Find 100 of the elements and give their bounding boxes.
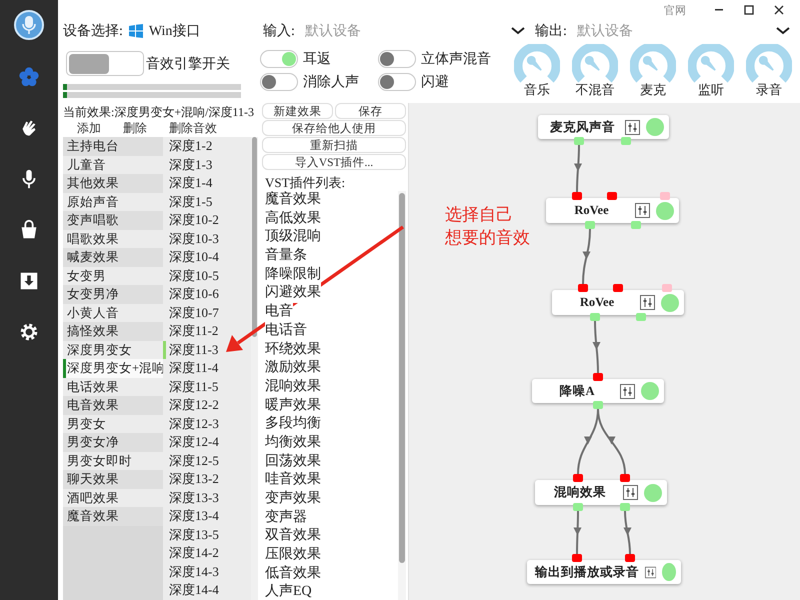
status-dot[interactable] bbox=[662, 563, 676, 581]
chevron-icon[interactable] bbox=[776, 27, 790, 35]
variant-item[interactable]: 深度13-2 bbox=[163, 470, 251, 488]
input-port[interactable] bbox=[613, 284, 623, 292]
close-icon[interactable] bbox=[774, 5, 784, 15]
preset-item[interactable]: 唱歌效果 bbox=[63, 230, 163, 248]
status-dot[interactable] bbox=[656, 202, 674, 220]
plugin-item[interactable]: 闪避效果 bbox=[265, 284, 321, 304]
knob-icon[interactable] bbox=[746, 44, 792, 84]
variant-item[interactable]: 深度12-2 bbox=[163, 396, 251, 414]
input-port[interactable] bbox=[625, 554, 635, 562]
input-port[interactable] bbox=[578, 284, 588, 292]
variant-item[interactable]: 深度10-6 bbox=[163, 285, 251, 304]
preset-item[interactable]: 小黄人音 bbox=[63, 304, 163, 322]
variant-item[interactable]: 深度10-2 bbox=[163, 211, 251, 230]
action-link[interactable]: 删除音效 bbox=[169, 120, 217, 137]
variant-item[interactable]: 深度12-3 bbox=[163, 414, 251, 433]
preset-item[interactable]: 男变女净 bbox=[63, 433, 163, 452]
output-port[interactable] bbox=[621, 137, 631, 145]
variant-item[interactable]: 深度12-5 bbox=[163, 452, 251, 470]
graph-node[interactable]: RoVee bbox=[546, 198, 679, 223]
action-button[interactable]: 保存给他人使用 bbox=[262, 120, 406, 136]
output-port[interactable] bbox=[620, 503, 630, 511]
output-port[interactable] bbox=[585, 221, 595, 229]
variant-item[interactable]: 深度13-4 bbox=[163, 507, 251, 526]
variant-item[interactable]: 深度10-5 bbox=[163, 266, 251, 285]
preset-item[interactable]: 男变女即时 bbox=[63, 452, 163, 470]
output-port[interactable] bbox=[636, 313, 646, 321]
plugin-item[interactable]: 降噪限制 bbox=[265, 266, 321, 284]
output-port[interactable] bbox=[593, 401, 603, 409]
input-port[interactable] bbox=[662, 284, 672, 292]
preset-item[interactable]: 喊麦效果 bbox=[63, 248, 163, 266]
variant-item[interactable]: 深度10-7 bbox=[163, 304, 251, 322]
status-dot[interactable] bbox=[644, 484, 662, 502]
variant-item[interactable]: 深度1-4 bbox=[163, 174, 251, 192]
input-port[interactable] bbox=[572, 192, 582, 200]
input-port[interactable] bbox=[573, 474, 583, 482]
toggle-switch[interactable] bbox=[378, 73, 416, 91]
action-link[interactable]: 删除 bbox=[123, 120, 147, 137]
plugin-item[interactable]: 电音 bbox=[265, 303, 293, 322]
variant-item[interactable]: 深度14-2 bbox=[163, 544, 251, 562]
status-dot[interactable] bbox=[646, 118, 664, 136]
variant-item[interactable]: 深度10-4 bbox=[163, 248, 251, 266]
input-port[interactable] bbox=[607, 192, 617, 200]
graph-node[interactable]: 降噪A bbox=[532, 379, 664, 403]
engine-toggle[interactable] bbox=[66, 51, 144, 76]
sliders-icon[interactable] bbox=[640, 295, 655, 310]
graph-node[interactable]: RoVee bbox=[552, 290, 684, 315]
variant-item[interactable]: 深度14-3 bbox=[163, 562, 251, 581]
preset-item[interactable]: 聊天效果 bbox=[63, 470, 163, 488]
maximize-icon[interactable] bbox=[744, 5, 754, 15]
preset-item[interactable]: 其他效果 bbox=[63, 174, 163, 192]
website-link[interactable]: 官网 bbox=[664, 2, 686, 18]
preset-item[interactable]: 搞怪效果 bbox=[63, 322, 163, 340]
variant-item[interactable]: 深度11-4 bbox=[163, 359, 251, 378]
knob-icon[interactable] bbox=[572, 44, 618, 84]
plugin-item[interactable]: 人声EQ bbox=[265, 583, 312, 600]
variant-item[interactable]: 深度11-5 bbox=[163, 378, 251, 396]
output-port[interactable] bbox=[590, 313, 600, 321]
preset-item[interactable]: 酒吧效果 bbox=[63, 488, 163, 507]
preset-item[interactable]: 女变男净 bbox=[63, 285, 163, 304]
sliders-icon[interactable] bbox=[623, 485, 638, 500]
status-dot[interactable] bbox=[661, 294, 679, 312]
graph-node[interactable]: 混响效果 bbox=[535, 480, 667, 505]
preset-item[interactable]: 主持电台 bbox=[63, 137, 163, 156]
input-port[interactable] bbox=[660, 192, 670, 200]
output-port[interactable] bbox=[574, 137, 584, 145]
variant-item[interactable]: 深度1-3 bbox=[163, 156, 251, 174]
action-button[interactable]: 新建效果 bbox=[262, 103, 333, 119]
preset-item[interactable]: 变声唱歌 bbox=[63, 211, 163, 230]
toggle-switch[interactable] bbox=[260, 50, 298, 68]
variant-item[interactable]: 深度1-2 bbox=[163, 137, 251, 156]
input-port[interactable] bbox=[620, 474, 630, 482]
sliders-icon[interactable] bbox=[645, 564, 656, 580]
variant-item[interactable]: 深度13-3 bbox=[163, 488, 251, 507]
status-dot[interactable] bbox=[641, 382, 659, 400]
graph-node[interactable]: 麦克风声音 bbox=[538, 115, 669, 139]
preset-item[interactable]: 儿童音 bbox=[63, 156, 163, 174]
toggle-switch[interactable] bbox=[378, 50, 416, 68]
output-port[interactable] bbox=[631, 221, 641, 229]
variant-item[interactable]: 深度10-3 bbox=[163, 230, 251, 248]
knob-icon[interactable] bbox=[514, 44, 560, 84]
knob-icon[interactable] bbox=[630, 44, 676, 84]
action-link[interactable]: 添加 bbox=[77, 120, 101, 137]
knob-icon[interactable] bbox=[688, 44, 734, 84]
input-port[interactable] bbox=[593, 373, 603, 381]
sliders-icon[interactable] bbox=[620, 384, 635, 398]
scrollbar-thumb[interactable] bbox=[399, 193, 405, 563]
action-button[interactable]: 重新扫描 bbox=[262, 137, 406, 153]
graph-node[interactable]: 输出到播放或录音 bbox=[527, 560, 681, 584]
variant-item[interactable]: 深度11-2 bbox=[163, 322, 251, 340]
preset-item[interactable]: 女变男 bbox=[63, 266, 163, 285]
preset-item[interactable]: 原始声音 bbox=[63, 192, 163, 211]
sliders-icon[interactable] bbox=[635, 203, 650, 218]
variant-item[interactable]: 深度14-4 bbox=[163, 581, 251, 600]
preset-item[interactable]: 男变女 bbox=[63, 414, 163, 433]
preset-item[interactable]: 电音效果 bbox=[63, 396, 163, 414]
variant-item[interactable]: 深度12-4 bbox=[163, 433, 251, 452]
output-port[interactable] bbox=[573, 503, 583, 511]
preset-item[interactable]: 魔音效果 bbox=[63, 507, 163, 526]
